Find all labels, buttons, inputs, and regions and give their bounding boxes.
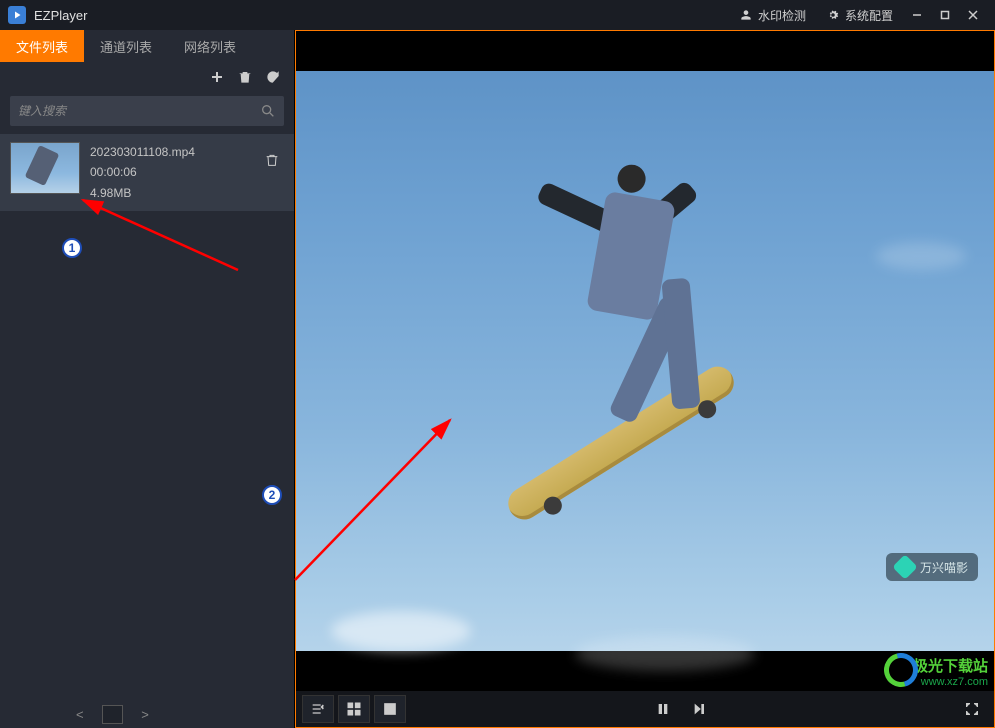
trash-icon [264,152,280,168]
tab-channel-list[interactable]: 通道列表 [84,30,168,62]
gear-icon [826,8,840,22]
search-box[interactable] [10,96,284,126]
file-thumbnail [10,142,80,194]
file-duration: 00:00:06 [90,162,195,182]
sidebar-tabs: 文件列表 通道列表 网络列表 [0,30,294,62]
system-config-button[interactable]: 系统配置 [816,0,903,30]
delete-all-button[interactable] [236,68,254,86]
app-title: EZPlayer [34,8,87,23]
step-forward-button[interactable] [683,695,715,723]
watermark-detect-label: 水印检测 [758,7,806,24]
watermark-detect-button[interactable]: 水印检测 [729,0,816,30]
cloud-shape [876,242,966,270]
app-logo [8,6,26,24]
video-canvas[interactable]: 万兴喵影 极光下载站 www.xz7.com [296,31,994,691]
pager-next[interactable]: > [135,705,155,724]
letterbox-top [296,31,994,71]
main-area: 文件列表 通道列表 网络列表 202303011108.mp4 00:00:06… [0,30,995,728]
minimize-button[interactable] [903,1,931,29]
window-mode-button[interactable] [374,695,406,723]
sidebar-toolbar [0,62,294,92]
file-meta: 202303011108.mp4 00:00:06 4.98MB [90,142,195,203]
refresh-button[interactable] [264,68,282,86]
file-item[interactable]: 202303011108.mp4 00:00:06 4.98MB [0,134,294,211]
pager-prev[interactable]: < [70,705,90,724]
video-watermark-badge: 万兴喵影 [886,553,978,581]
trash-icon [237,69,253,85]
grid-view-button[interactable] [338,695,370,723]
close-button[interactable] [959,1,987,29]
user-icon [739,8,753,22]
playlist-toggle-button[interactable] [302,695,334,723]
title-bar: EZPlayer 水印检测 系统配置 [0,0,995,30]
control-bar [296,691,994,727]
watermark-icon [892,554,917,579]
file-name: 202303011108.mp4 [90,142,195,162]
refresh-icon [265,69,281,85]
file-size: 4.98MB [90,183,195,203]
search-input[interactable] [18,104,260,118]
search-icon[interactable] [260,103,276,119]
plus-icon [209,69,225,85]
sidebar: 文件列表 通道列表 网络列表 202303011108.mp4 00:00:06… [0,30,295,728]
cloud-shape [575,636,755,671]
fullscreen-button[interactable] [956,695,988,723]
cloud-shape [331,611,471,651]
pager: < > [70,705,155,724]
file-delete-button[interactable] [264,152,280,168]
system-config-label: 系统配置 [845,7,893,24]
pager-current[interactable] [102,705,124,724]
maximize-button[interactable] [931,1,959,29]
watermark-label: 万兴喵影 [920,559,968,576]
file-list: 202303011108.mp4 00:00:06 4.98MB [0,134,294,728]
skater-shape [586,191,676,321]
tab-network-list[interactable]: 网络列表 [168,30,252,62]
add-button[interactable] [208,68,226,86]
tab-file-list[interactable]: 文件列表 [0,30,84,62]
video-area: 万兴喵影 极光下载站 www.xz7.com [295,30,995,728]
pause-button[interactable] [647,695,679,723]
